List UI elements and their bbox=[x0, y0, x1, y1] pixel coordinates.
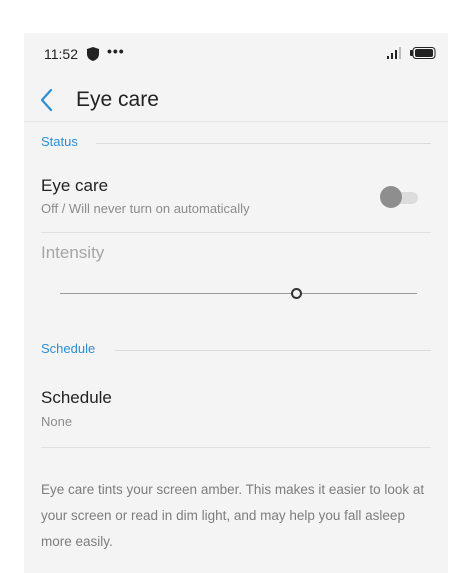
intensity-slider[interactable] bbox=[60, 283, 417, 303]
slider-rail bbox=[60, 293, 417, 294]
eye-care-subtitle: Off / Will never turn on automatically bbox=[41, 201, 250, 216]
eye-care-description: Eye care tints your screen amber. This m… bbox=[41, 482, 425, 549]
schedule-value: None bbox=[41, 414, 73, 429]
section-header-status: Status bbox=[41, 134, 431, 152]
toolbar-divider bbox=[24, 121, 448, 122]
section-label-schedule: Schedule bbox=[41, 341, 96, 356]
row-divider bbox=[41, 447, 431, 448]
battery-icon bbox=[410, 47, 436, 59]
signal-icon bbox=[387, 47, 401, 59]
row-divider bbox=[41, 232, 431, 233]
phone-screen: 11:52 ••• Eye care Status Eye care Off /… bbox=[24, 33, 448, 573]
schedule-title: Schedule bbox=[41, 388, 112, 407]
intensity-label: Intensity bbox=[41, 243, 105, 262]
toolbar: Eye care bbox=[24, 79, 448, 123]
schedule-row[interactable]: Schedule None bbox=[24, 378, 448, 448]
more-dots-icon: ••• bbox=[107, 43, 125, 59]
section-label-status: Status bbox=[41, 134, 78, 149]
status-time: 11:52 bbox=[44, 46, 78, 62]
section-header-schedule: Schedule bbox=[41, 341, 431, 359]
toggle-thumb bbox=[380, 186, 402, 208]
eye-care-title: Eye care bbox=[41, 176, 109, 195]
slider-knob[interactable] bbox=[290, 288, 302, 299]
shield-icon bbox=[87, 47, 99, 61]
page-title: Eye care bbox=[76, 88, 159, 111]
status-bar: 11:52 ••• bbox=[24, 33, 448, 75]
eye-care-toggle[interactable] bbox=[380, 186, 418, 208]
section-divider bbox=[115, 350, 431, 351]
section-divider bbox=[96, 143, 431, 144]
chevron-left-icon[interactable] bbox=[38, 87, 56, 113]
